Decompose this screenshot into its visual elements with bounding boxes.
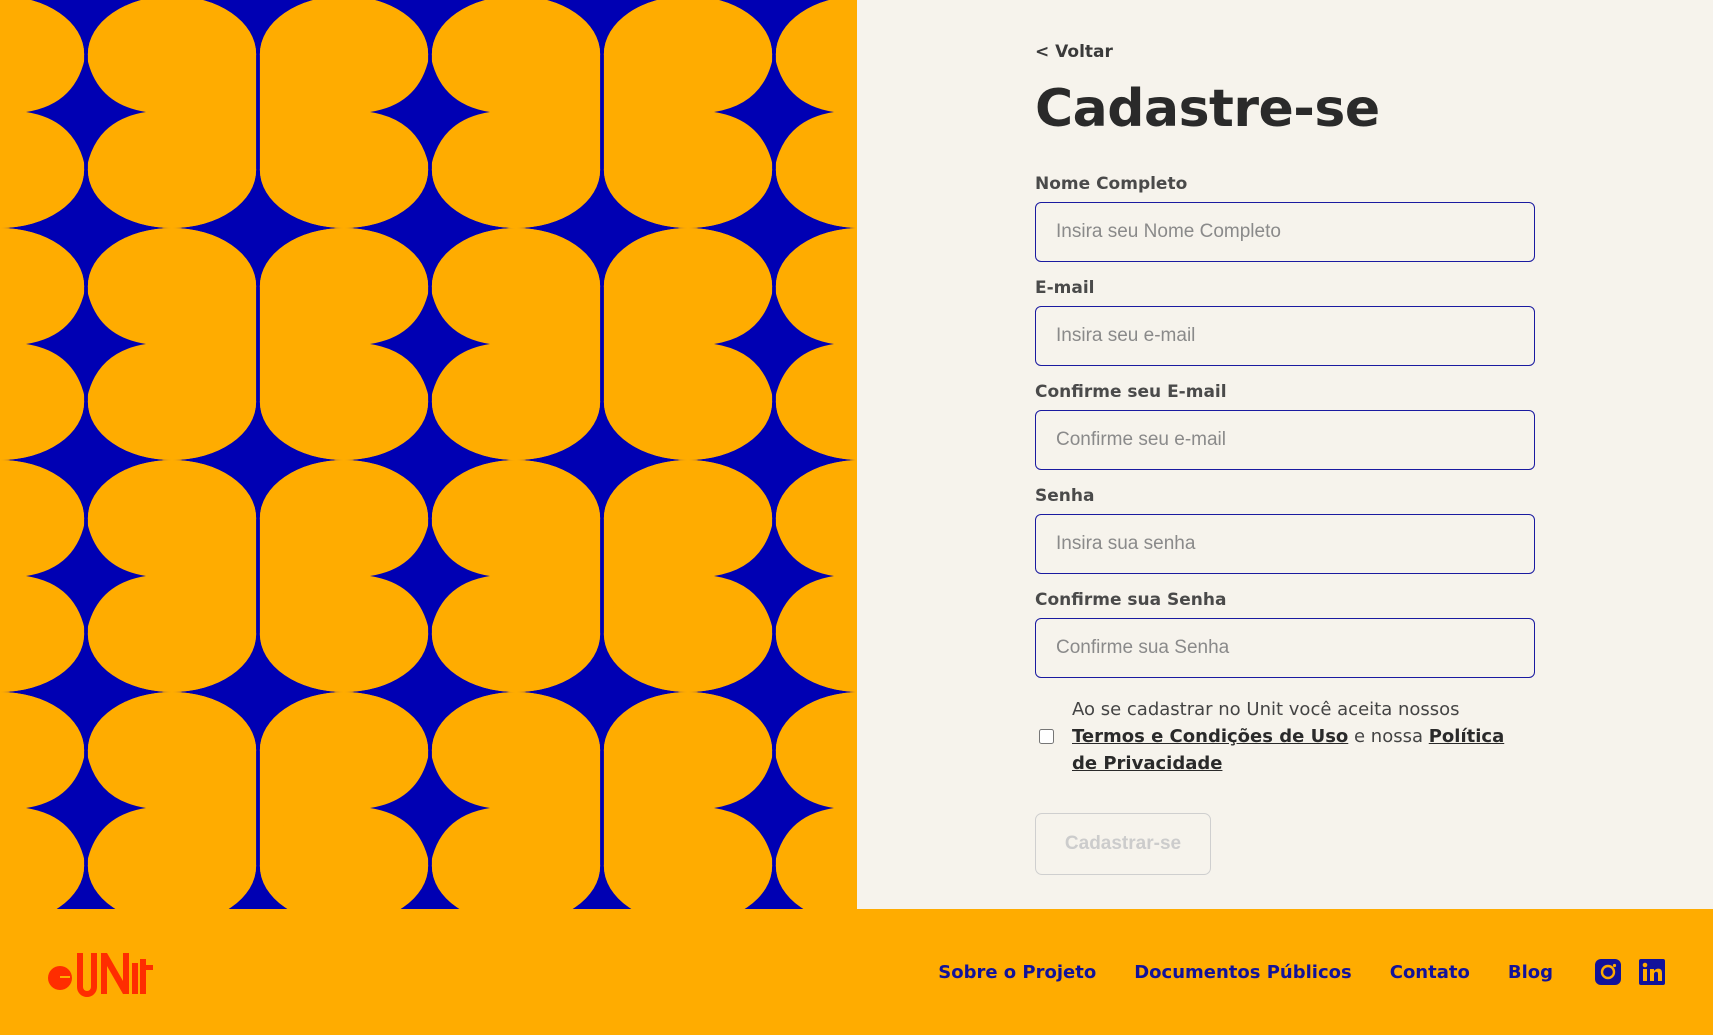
password-label: Senha <box>1035 485 1095 506</box>
field-confirm-email: Confirme seu E-mail <box>1035 382 1535 470</box>
back-link[interactable]: < Voltar <box>1035 42 1113 62</box>
terms-text: Ao se cadastrar no Unit você aceita noss… <box>1072 696 1534 777</box>
footer-link-contato[interactable]: Contato <box>1390 962 1470 983</box>
terms-checkbox[interactable] <box>1039 728 1054 744</box>
confirm-email-label: Confirme seu E-mail <box>1035 381 1227 402</box>
decorative-pattern <box>0 0 857 909</box>
social-links <box>1577 959 1665 985</box>
footer-link-documentos[interactable]: Documentos Públicos <box>1134 962 1352 983</box>
confirm-password-input[interactable] <box>1035 617 1535 678</box>
footer-nav: Sobre o Projeto Documentos Públicos Cont… <box>900 909 1553 1035</box>
unit-logo-graphic <box>48 953 153 997</box>
signup-panel: < Voltar Cadastre-se Nome Completo E-mai… <box>857 0 1713 909</box>
field-password: Senha <box>1035 486 1535 574</box>
email-input[interactable] <box>1035 305 1535 366</box>
form-fields: Nome Completo E-mail Confirme seu E-mail… <box>1035 174 1535 678</box>
terms-text-middle: e nossa <box>1348 725 1429 747</box>
field-email: E-mail <box>1035 278 1535 366</box>
footer: Sobre o Projeto Documentos Públicos Cont… <box>0 909 1713 1035</box>
footer-link-blog[interactable]: Blog <box>1508 962 1553 983</box>
email-label: E-mail <box>1035 277 1095 298</box>
terms-row: Ao se cadastrar no Unit você aceita noss… <box>1035 696 1535 777</box>
terms-text-before: Ao se cadastrar no Unit você aceita noss… <box>1072 698 1460 720</box>
confirm-email-input[interactable] <box>1035 409 1535 470</box>
terms-link[interactable]: Termos e Condições de Uso <box>1072 726 1348 747</box>
password-input[interactable] <box>1035 513 1535 574</box>
field-confirm-password: Confirme sua Senha <box>1035 590 1535 678</box>
full-name-label: Nome Completo <box>1035 173 1188 194</box>
page-title: Cadastre-se <box>1035 79 1380 139</box>
unit-logo[interactable] <box>48 947 154 1005</box>
field-full-name: Nome Completo <box>1035 174 1535 262</box>
confirm-password-label: Confirme sua Senha <box>1035 589 1227 610</box>
footer-link-sobre[interactable]: Sobre o Projeto <box>938 962 1096 983</box>
linkedin-icon[interactable] <box>1639 959 1665 985</box>
full-name-input[interactable] <box>1035 201 1535 262</box>
signup-button[interactable]: Cadastrar-se <box>1035 812 1211 875</box>
instagram-icon[interactable] <box>1595 959 1621 985</box>
signup-form: < Voltar Cadastre-se Nome Completo E-mai… <box>1035 40 1535 875</box>
